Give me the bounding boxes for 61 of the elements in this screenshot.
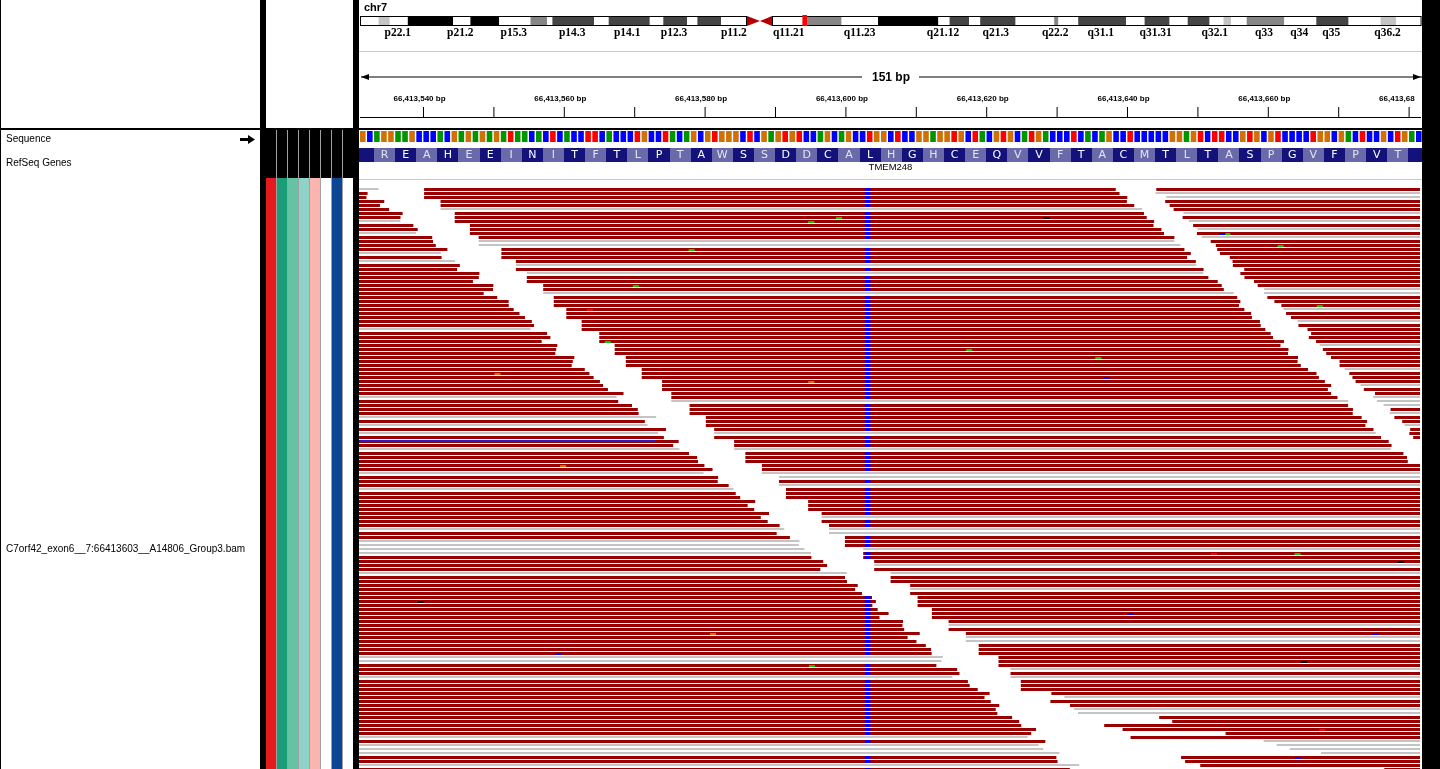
amino-acid-cell: F <box>1049 148 1071 162</box>
amino-acid-cell: I <box>500 148 522 162</box>
track-name: Sequence <box>6 133 52 145</box>
ruler-tick-label: 66,413,640 bp <box>1097 94 1150 104</box>
band-label: p14.1 <box>613 26 641 38</box>
band-label: q21.12 <box>926 26 960 38</box>
band-label: p21.2 <box>447 26 474 38</box>
amino-acid-cell: S <box>753 148 776 162</box>
amino-acid-cell: T <box>669 148 691 162</box>
band-label: q34 <box>1290 26 1309 38</box>
amino-acid-cell: I <box>542 148 564 162</box>
band-label: p12.3 <box>660 26 688 38</box>
band-label: q21.3 <box>982 26 1010 38</box>
band-label: q11.23 <box>843 26 876 38</box>
amino-acid-cell: F <box>585 148 607 162</box>
ruler-tick-label: 66,413,68 <box>1379 94 1415 104</box>
band-label: p14.3 <box>558 26 586 38</box>
strand-arrow-icon[interactable] <box>240 134 255 144</box>
ruler-span-label: 151 bp <box>872 70 910 84</box>
amino-acid-cell: H <box>880 148 902 162</box>
amino-acid-cell: A <box>1091 148 1113 162</box>
band-label: p22.1 <box>384 26 412 38</box>
band-label: p15.3 <box>500 26 528 38</box>
ruler-tick-label: 66,413,600 bp <box>815 94 868 104</box>
track-name: C7orf42_exon6__7:66413603__A14806_Group3.bam <box>6 543 246 555</box>
band-label: q31.31 <box>1139 26 1172 38</box>
amino-acid-cell: T <box>1387 148 1409 162</box>
band-label: q32.1 <box>1201 26 1229 38</box>
band-label: q33 <box>1255 26 1273 38</box>
amino-acid-cell: R <box>374 148 396 162</box>
band-label: q31.1 <box>1087 26 1115 38</box>
left-arrow-icon <box>359 73 862 81</box>
amino-acid-cell: P <box>1260 148 1282 162</box>
amino-acid-cell: L <box>627 148 649 162</box>
ruler-tick-label: 66,413,580 bp <box>675 94 728 104</box>
amino-acid-cell: V <box>1302 148 1324 162</box>
amino-acid-cell: M <box>1133 148 1156 162</box>
ruler-tick-label: 66,413,560 bp <box>534 94 587 104</box>
ruler-tick-label: 66,413,540 bp <box>393 94 446 104</box>
amino-acid-cell: P <box>1345 148 1367 162</box>
band-label: q11.21 <box>773 26 805 38</box>
ruler-tick-label: 66,413,660 bp <box>1238 94 1291 104</box>
band-label: p11.2 <box>720 26 747 38</box>
amino-acid-cell: A <box>416 148 438 162</box>
amino-acid-cell: H <box>922 148 944 162</box>
amino-acid-cell: A <box>838 148 860 162</box>
chromosome-name: chr7 <box>363 0 389 15</box>
amino-acid-cell: A <box>1218 148 1240 162</box>
amino-acid-cell: D <box>796 148 818 162</box>
track-name: RefSeq Genes <box>6 157 72 169</box>
band-label: q22.2 <box>1041 26 1069 38</box>
amino-acid-cell: V <box>1007 148 1029 162</box>
band-label: q36.2 <box>1374 26 1401 38</box>
amino-acid-cell: W <box>711 148 733 162</box>
band-label: q35 <box>1322 26 1341 38</box>
gene-name-label: TMEM248 <box>868 162 913 172</box>
amino-acid-cell: L <box>1176 148 1198 162</box>
right-arrow-icon <box>919 73 1422 81</box>
ruler-tick-label: 66,413,620 bp <box>956 94 1009 104</box>
amino-acid-cell: E <box>965 148 987 162</box>
amino-acid-cell: E <box>458 148 480 162</box>
